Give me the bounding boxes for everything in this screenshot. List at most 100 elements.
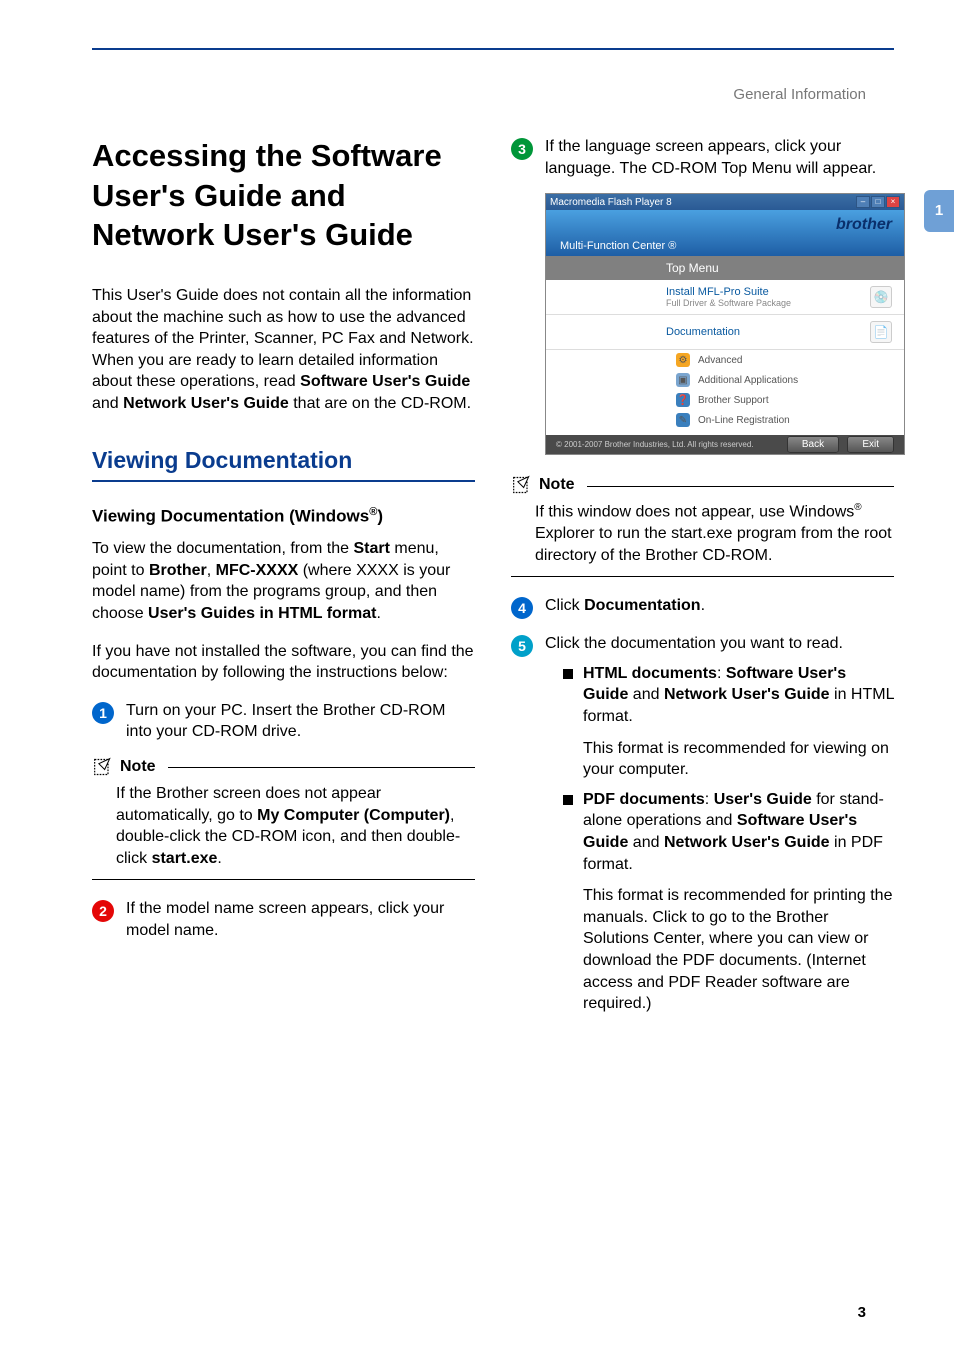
text: . [701, 597, 705, 614]
subrow-label: Additional Applications [698, 375, 798, 386]
right-column: 3 If the language screen appears, click … [511, 136, 894, 1029]
step-number-icon: 2 [92, 900, 114, 922]
section-heading: Viewing Documentation [92, 447, 475, 474]
disc-icon: 💿 [870, 286, 892, 308]
row-main: Documentation [666, 326, 740, 338]
brother-logo: brother [836, 216, 892, 234]
note-label: Note [539, 476, 575, 494]
close-icon: × [886, 196, 900, 208]
text: , [207, 562, 216, 579]
bold-documentation: Documentation [584, 597, 700, 614]
step-text: Click the documentation you want to read… [545, 633, 894, 1015]
paragraph: To view the documentation, from the Star… [92, 538, 475, 624]
page-title: Accessing the Software User's Guide and … [92, 136, 475, 255]
top-rule [92, 48, 894, 50]
intro-bold-2: Network User's Guide [123, 395, 289, 412]
step-2: 2 If the model name screen appears, clic… [92, 898, 475, 941]
intro-text: and [92, 395, 123, 412]
top-menu-label: Top Menu [546, 256, 904, 280]
bold-startexe: start.exe [152, 850, 218, 867]
bold: User's Guide [714, 791, 812, 808]
bullet-pdf-documents: PDF documents: User's Guide for stand-al… [563, 789, 894, 1015]
bullet-subtext: This format is recommended for viewing o… [583, 738, 894, 781]
registered-mark: ® [854, 502, 861, 513]
step-4: 4 Click Documentation. [511, 595, 894, 619]
installer-banner: brother Multi-Function Center ® [546, 210, 904, 256]
registration-icon: ✎ [676, 413, 690, 427]
bullet-body: HTML documents: Software User's Guide an… [583, 663, 894, 781]
chapter-tab: 1 [924, 190, 954, 232]
note-body: If the Brother screen does not appear au… [92, 777, 475, 880]
exit-button: Exit [847, 436, 894, 453]
back-button: Back [787, 436, 839, 453]
window-controls: – □ × [856, 196, 900, 208]
bold-mycomputer: My Computer (Computer) [257, 807, 450, 824]
bullet-head: PDF documents [583, 791, 705, 808]
bold-guides: User's Guides in HTML format [148, 605, 376, 622]
text: : [717, 665, 726, 682]
note-header: Note [92, 757, 475, 777]
subrow-label: On-Line Registration [698, 415, 790, 426]
installer-body: Top Menu Install MFL-Pro Suite Full Driv… [546, 256, 904, 435]
note-rule [587, 486, 894, 487]
step-1: 1 Turn on your PC. Insert the Brother CD… [92, 700, 475, 743]
content-columns: Accessing the Software User's Guide and … [92, 136, 894, 1029]
bullet-subtext: This format is recommended for printing … [583, 885, 894, 1015]
subsection-heading: Viewing Documentation (Windows®) [92, 506, 475, 527]
heading-rule [92, 480, 475, 482]
step-number-icon: 5 [511, 635, 533, 657]
bullet-head: HTML documents [583, 665, 717, 682]
step-text: Click Documentation. [545, 595, 894, 619]
intro-paragraph: This User's Guide does not contain all t… [92, 285, 475, 415]
apps-icon: ▣ [676, 373, 690, 387]
window-title: Macromedia Flash Player 8 [550, 197, 672, 208]
page-number: 3 [858, 1304, 866, 1321]
note-header: Note [511, 475, 894, 495]
installer-subrow: ❓Brother Support [546, 390, 904, 410]
step-text: Turn on your PC. Insert the Brother CD-R… [126, 700, 475, 743]
installer-subrow: ✎ On-Line Registration [546, 410, 904, 435]
bold: Network User's Guide [664, 834, 830, 851]
note-block: Note If the Brother screen does not appe… [92, 757, 475, 880]
step-number-icon: 4 [511, 597, 533, 619]
step-number-icon: 3 [511, 138, 533, 160]
installer-screenshot: Macromedia Flash Player 8 – □ × brother … [545, 193, 905, 455]
gear-icon: ⚙ [676, 353, 690, 367]
bold-start: Start [353, 540, 389, 557]
minimize-icon: – [856, 196, 870, 208]
bold: Network User's Guide [664, 686, 830, 703]
text: and [628, 686, 664, 703]
h3-text: ) [377, 506, 383, 525]
bold-brother: Brother [149, 562, 207, 579]
subrow-label: Brother Support [698, 395, 769, 406]
installer-subrow: ⚙ Advanced [546, 350, 904, 370]
step-3: 3 If the language screen appears, click … [511, 136, 894, 179]
text: To view the documentation, from the [92, 540, 353, 557]
installer-footer: © 2001-2007 Brother Industries, Ltd. All… [546, 435, 904, 454]
installer-subrow: ▣ Additional Applications [546, 370, 904, 390]
step-text: If the language screen appears, click yo… [545, 136, 894, 179]
text: Explorer to run the start.exe program fr… [535, 525, 892, 564]
square-bullet-icon [563, 669, 573, 679]
text: If this window does not appear, use Wind… [535, 504, 854, 521]
banner-subtitle: Multi-Function Center ® [560, 240, 676, 252]
note-rule [168, 767, 475, 768]
document-page: General Information 1 Accessing the Soft… [0, 0, 954, 1351]
h3-text: Viewing Documentation (Windows [92, 506, 369, 525]
row-text: Install MFL-Pro Suite Full Driver & Soft… [666, 286, 791, 308]
text: Click the documentation you want to read… [545, 635, 843, 652]
note-icon [511, 475, 533, 495]
text: . [376, 605, 380, 622]
header-section: General Information [733, 86, 866, 103]
footer-buttons: Back Exit [781, 439, 894, 450]
bold-model: MFC-XXXX [216, 562, 299, 579]
bullet-body: PDF documents: User's Guide for stand-al… [583, 789, 894, 1015]
window-titlebar: Macromedia Flash Player 8 – □ × [546, 194, 904, 210]
maximize-icon: □ [871, 196, 885, 208]
installer-row-documentation: Documentation 📄 [546, 315, 904, 350]
document-icon: 📄 [870, 321, 892, 343]
subrow-label: Advanced [698, 355, 742, 366]
text: and [628, 834, 664, 851]
text: Click [545, 597, 584, 614]
text: . [217, 850, 221, 867]
